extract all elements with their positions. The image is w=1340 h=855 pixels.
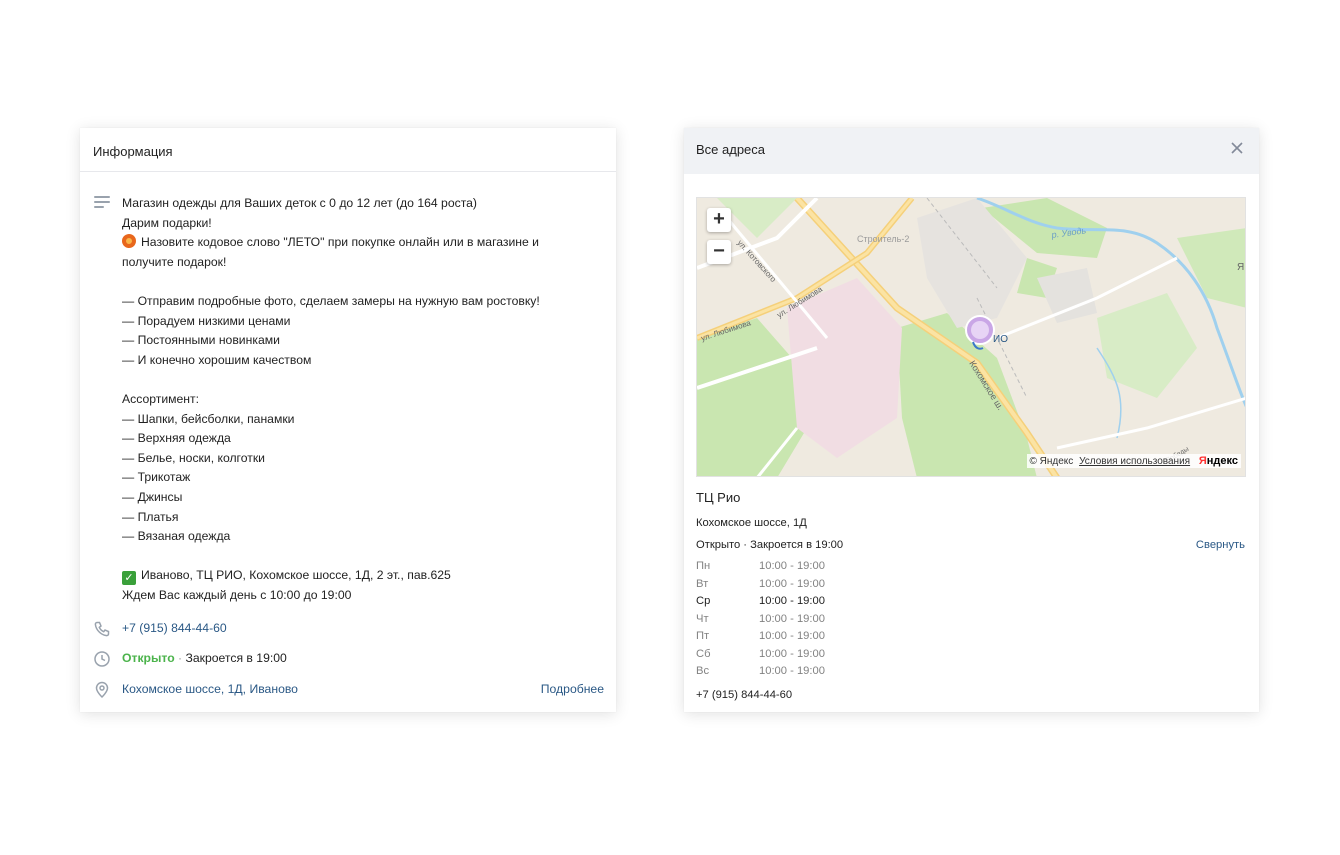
- hours-status: Открыто · Закроется в 19:00: [122, 651, 287, 665]
- close-time: Закроется в 19:00: [185, 651, 287, 665]
- more-details-link[interactable]: Подробнее: [541, 682, 604, 696]
- description-line: — Джинсы: [122, 489, 183, 504]
- description-line: — Порадуем низкими ценами: [122, 313, 291, 328]
- phone-icon: [94, 621, 110, 637]
- place-phone: +7 (915) 844-44-60: [696, 689, 793, 701]
- description-line: Ассортимент:: [122, 391, 199, 406]
- schedule-row: Вс 10:00 - 19:00: [696, 665, 825, 677]
- info-card: Информация Магазин одежды для Ваших дето…: [80, 128, 616, 712]
- schedule-row: Сб 10:00 - 19:00: [696, 647, 825, 660]
- phone-row: +7 (915) 844-44-60: [80, 618, 616, 640]
- addresses-header: Все адреса: [684, 128, 1259, 174]
- map-copyright: © Яндекс Условия использования Яндекс: [1026, 454, 1241, 468]
- map-label-rio: ИО: [993, 334, 1008, 345]
- schedule-row: Пт 10:00 - 19:00: [696, 630, 825, 642]
- yandex-map[interactable]: Строитель-2 р. Уводь ул. Котовского ул. …: [696, 197, 1246, 477]
- schedule-list: Пн 10:00 - 19:00 Вт 10:00 - 19:00 Ср 10:00 …: [696, 560, 996, 683]
- location-pin-icon: [95, 681, 109, 699]
- schedule-row-today: Ср 10:00 - 19:00: [696, 595, 825, 607]
- zoom-in-button[interactable]: +: [707, 208, 731, 232]
- close-icon[interactable]: [1229, 140, 1245, 156]
- description-line: [122, 547, 602, 567]
- terms-link[interactable]: Условия использования: [1079, 456, 1190, 467]
- text-lines-icon: [94, 196, 110, 210]
- description-line: Магазин одежды для Ваших деток с 0 до 12…: [122, 196, 477, 210]
- copyright-text: © Яндекс: [1029, 456, 1074, 467]
- map-label-ya: Я: [1237, 262, 1244, 273]
- description-line: [122, 272, 602, 292]
- place-status: Открыто · Закроется в 19:00: [696, 539, 844, 551]
- yandex-logo[interactable]: Яндекс: [1199, 455, 1238, 467]
- schedule-row: Пн 10:00 - 19:00: [696, 560, 825, 572]
- address-link[interactable]: Кохомское шоссе, 1Д, Иваново: [122, 682, 298, 696]
- schedule-row: Чт 10:00 - 19:00: [696, 612, 825, 625]
- description-line: — Трикотаж: [122, 470, 191, 485]
- clock-icon: [94, 651, 110, 667]
- description-line: Назовите кодовое слово "ЛЕТО" при покупк…: [122, 233, 602, 253]
- addresses-title: Все адреса: [696, 142, 766, 157]
- schedule-row: Вт 10:00 - 19:00: [696, 577, 825, 590]
- check-mark-emoji-icon: ✓: [122, 571, 136, 586]
- phone-link[interactable]: +7 (915) 844-44-60: [122, 621, 227, 635]
- description-line: — Белье, носки, колготки: [122, 450, 265, 465]
- description-line: — И конечно хорошим качеством: [122, 352, 312, 367]
- description-line: — Верхняя одежда: [122, 431, 231, 446]
- description-text: Магазин одежды для Ваших деток с 0 до 12…: [122, 194, 602, 605]
- description-line: ✓ Иваново, ТЦ РИО, Кохомское шоссе, 1Д, 2…: [122, 566, 602, 586]
- description-line: Дарим подарки!: [122, 215, 212, 230]
- description-line: получите подарок!: [122, 254, 227, 269]
- description-line: — Постоянными новинками: [122, 333, 280, 348]
- info-title: Информация: [80, 128, 616, 172]
- description-line: Ждем Вас каждый день с 10:00 до 19:00: [122, 587, 352, 602]
- collapse-link[interactable]: Свернуть: [1196, 539, 1245, 551]
- place-address: Кохомское шоссе, 1Д: [696, 517, 807, 529]
- description-line: [122, 370, 602, 390]
- description-line: — Отправим подробные фото, сделаем замер…: [122, 293, 540, 308]
- description-line: — Шапки, бейсболки, панамки: [122, 411, 295, 426]
- gift-emoji-icon: [122, 234, 136, 249]
- place-name: ТЦ Рио: [696, 490, 741, 505]
- zoom-out-button[interactable]: −: [707, 240, 731, 264]
- open-status: Открыто: [122, 651, 175, 665]
- description-line: — Вязаная одежда: [122, 529, 231, 544]
- map-label-stroitel: Строитель-2: [857, 234, 909, 244]
- address-row: Кохомское шоссе, 1Д, Иваново Подробнее: [80, 679, 616, 701]
- addresses-card: Все адреса Строитель-2 р. Уводь ул. Кото…: [684, 128, 1259, 712]
- hours-row: Открыто · Закроется в 19:00: [80, 648, 616, 670]
- map-canvas[interactable]: Строитель-2 р. Уводь ул. Котовского ул. …: [697, 198, 1246, 477]
- description-line: — Платья: [122, 509, 179, 524]
